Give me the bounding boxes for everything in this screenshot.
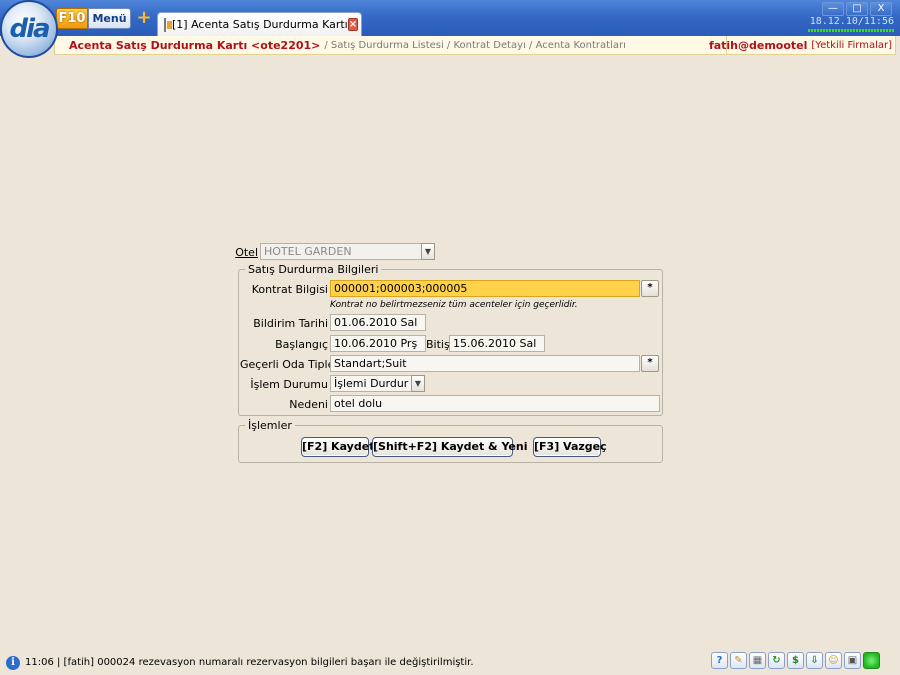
islem-durumu-dropdown-icon[interactable]: ▼ <box>411 375 425 392</box>
actions-legend: İşlemler <box>248 419 292 432</box>
top-bar: F10 Menü + [1] Acenta Satış Durdurma Kar… <box>0 0 900 36</box>
save-and-new-button[interactable]: [Shift+F2] Kaydet & Yeni <box>372 437 527 457</box>
tab-acenta-satis-durdurma[interactable]: [1] Acenta Satış Durdurma Kartı × <box>157 12 362 36</box>
nedeni-label: Nedeni <box>289 398 328 411</box>
minimize-button[interactable]: — <box>822 2 844 16</box>
oda-tipleri-input[interactable]: Standart;Suit <box>330 355 640 372</box>
kontrat-label: Kontrat Bilgisi <box>251 283 328 296</box>
oda-tipleri-label: Geçerli Oda Tipleri <box>240 358 342 371</box>
tray-icons: ? ✎ ▦ ↻ $ ⇩ ☺ ▣ <box>711 652 880 669</box>
status-message: 11:06 | [fatih] 000024 rezevasyon numara… <box>25 657 474 668</box>
user-box: fatih@demootel [Yetkili Firmalar] <box>709 36 896 55</box>
info-icon: i <box>6 655 20 670</box>
save-button[interactable]: [F2] Kaydet <box>301 437 374 457</box>
otel-label: Otel <box>235 246 258 259</box>
otel-select[interactable]: HOTEL GARDEN <box>260 243 422 260</box>
bildirim-label: Bildirim Tarihi <box>253 317 328 330</box>
online-status-icon[interactable] <box>863 652 880 669</box>
kontrat-input[interactable]: 000001;000003;000005 <box>330 280 640 297</box>
oda-tipleri-picker-button[interactable]: * <box>641 355 659 372</box>
dots-label: * <box>647 282 653 293</box>
connection-indicator <box>808 29 894 32</box>
breadcrumb: Acenta Satış Durdurma Kartı <ote2201> / … <box>54 36 728 55</box>
baslangic-label: Başlangıç <box>275 338 328 351</box>
menu-button[interactable]: Menü <box>88 8 131 29</box>
authorized-firms-link[interactable]: [Yetkili Firmalar] <box>811 40 892 51</box>
otel-dropdown-icon[interactable]: ▼ <box>421 243 435 260</box>
logo-text: dia <box>9 14 50 44</box>
close-window-button[interactable]: X <box>870 2 892 16</box>
lock-icon[interactable]: ▣ <box>844 652 861 669</box>
islem-durumu-label: İşlem Durumu <box>250 378 328 391</box>
currency-icon[interactable]: $ <box>787 652 804 669</box>
baslangic-input[interactable]: 10.06.2010 Prş <box>330 335 426 352</box>
cancel-button[interactable]: [F3] Vazgeç <box>533 437 607 457</box>
dia-logo[interactable]: dia <box>0 0 58 58</box>
dots-label: * <box>647 357 653 368</box>
islem-durumu-select[interactable]: İşlemi Durdur <box>330 375 412 392</box>
breadcrumb-trail[interactable]: / Satış Durdurma Listesi / Kontrat Detay… <box>324 40 625 51</box>
add-tab-icon[interactable]: + <box>136 9 152 27</box>
wrench-icon[interactable]: ✎ <box>730 652 747 669</box>
bildirim-input[interactable]: 01.06.2010 Sal <box>330 314 426 331</box>
breadcrumb-current: Acenta Satış Durdurma Kartı <ote2201> <box>69 38 321 52</box>
help-icon[interactable]: ? <box>711 652 728 669</box>
tab-close-icon[interactable]: × <box>347 18 359 31</box>
calculator-icon[interactable]: ▦ <box>749 652 766 669</box>
f10-button[interactable]: F10 <box>56 8 88 29</box>
kontrat-hint: Kontrat no belirtmezseniz tüm acenteler … <box>330 300 578 310</box>
user-name: fatih@demootel <box>708 38 808 52</box>
document-icon <box>164 17 172 32</box>
status-bar: i 11:06 | [fatih] 000024 rezevasyon numa… <box>0 650 900 675</box>
sales-stop-info-legend: Satış Durdurma Bilgileri <box>248 263 379 276</box>
smiley-icon[interactable]: ☺ <box>825 652 842 669</box>
maximize-button[interactable]: □ <box>846 2 868 16</box>
kontrat-picker-button[interactable]: * <box>641 280 659 297</box>
clock: 18.12.10/11:56 <box>809 16 894 27</box>
bitis-input[interactable]: 15.06.2010 Sal <box>449 335 545 352</box>
nedeni-input[interactable]: otel dolu <box>330 395 660 412</box>
refresh-icon[interactable]: ↻ <box>768 652 785 669</box>
bitis-label: Bitiş <box>426 338 450 351</box>
download-icon[interactable]: ⇩ <box>806 652 823 669</box>
tab-label: [1] Acenta Satış Durdurma Kartı <box>172 18 348 31</box>
